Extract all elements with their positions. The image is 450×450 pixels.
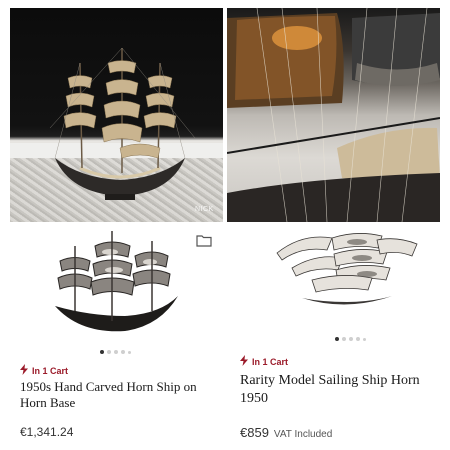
carousel-dot[interactable] [121,350,125,354]
horn-sails-closeup-illustration [227,8,440,222]
horn-ship-illustration [276,233,418,305]
listing-title[interactable]: Rarity Model Sailing Ship Horn 1950 [240,372,450,407]
carousel-dot[interactable] [335,337,339,341]
product-photo-horn-ship-display[interactable] [10,8,223,222]
product-image-1[interactable] [10,224,223,340]
product-photo-horn-sails-closeup[interactable] [227,8,440,222]
listing-title-line-2[interactable]: 1950 [240,390,450,408]
image-watermark: NICK [195,206,214,213]
carousel-dot[interactable] [349,337,353,341]
carousel-dot[interactable] [107,350,111,354]
carousel-dot[interactable] [114,350,118,354]
carousel-dot[interactable] [100,350,104,354]
badge-label: In 1 Cart [32,365,69,376]
listing-price: €1,341.24 [20,425,74,439]
in-cart-badge: In 1 Cart [240,355,288,368]
badge-label: In 1 Cart [252,356,289,367]
carousel-dots-1[interactable] [100,350,131,354]
lightning-bolt-icon [20,364,28,377]
in-cart-badge: In 1 Cart [20,364,68,377]
lightning-bolt-icon [240,355,248,368]
listing-title-line-1[interactable]: Rarity Model Sailing Ship Horn [240,372,450,390]
folder-icon[interactable] [196,234,212,252]
carousel-dot[interactable] [128,350,131,354]
carousel-dots-2[interactable] [335,337,366,341]
listing-title-line-1[interactable]: 1950s Hand Carved Horn Ship on [20,379,225,395]
horn-ship-illustration [49,47,196,200]
carousel-dot[interactable] [342,337,346,341]
listing-title[interactable]: 1950s Hand Carved Horn Ship on Horn Base [20,379,225,412]
listing-title-line-2[interactable]: Horn Base [20,395,225,411]
vat-note: VAT Included [273,429,333,440]
carousel-dot[interactable] [363,337,366,341]
listing-price: €859 [240,425,269,440]
carousel-dot[interactable] [356,337,360,341]
product-image-2[interactable] [232,224,445,340]
listing-price-row: €859 VAT Included [240,425,332,440]
horn-ship-illustration [55,231,178,332]
